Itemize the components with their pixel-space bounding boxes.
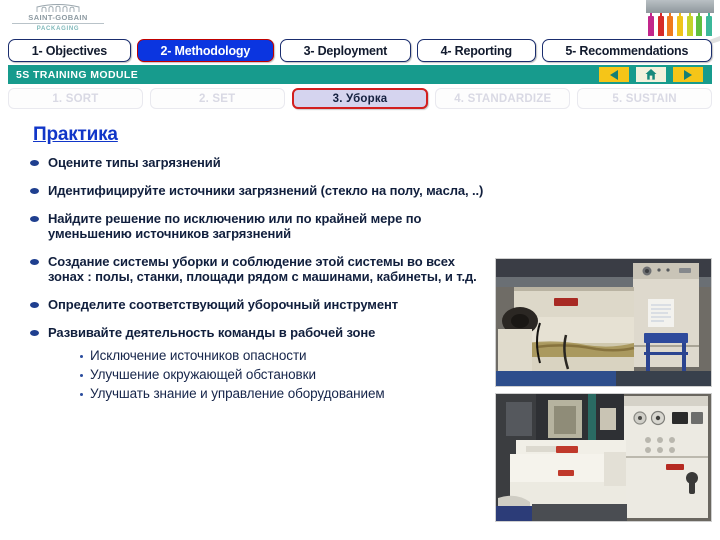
photo-dirty-machine: [495, 258, 712, 387]
bullet-text: Создание системы уборки и соблюдение это…: [48, 254, 486, 284]
sub-bullet-dot-icon: [80, 374, 83, 377]
bullet-text: Найдите решение по исключению или по кра…: [48, 211, 490, 241]
sub-bullet-dot-icon: [80, 393, 83, 396]
bottle-6: [696, 16, 702, 36]
tab-deployment[interactable]: 3- Deployment: [280, 39, 411, 62]
logo-division-name: PACKAGING: [12, 25, 104, 34]
next-slide-button[interactable]: [673, 67, 703, 82]
list-item: Идентифицируйте источники загрязнений (с…: [30, 183, 490, 198]
step-standardize[interactable]: 4. STANDARDIZE: [435, 88, 570, 109]
bullet-dot-icon: [30, 188, 39, 194]
saint-gobain-logo: SAINT-GOBAIN PACKAGING: [12, 2, 104, 32]
tab-label: 3- Deployment: [304, 44, 388, 58]
colored-bottles-photo: [646, 0, 714, 36]
bullet-text: Оцените типы загрязнений: [48, 155, 221, 170]
bottle-2: [658, 16, 664, 36]
module-bar: 5S TRAINING MODULE: [8, 65, 712, 84]
tab-label: 4- Reporting: [441, 44, 512, 58]
step-label: 2. SET: [199, 93, 235, 105]
list-item: Создание системы уборки и соблюдение это…: [30, 254, 490, 284]
step-label: 4. STANDARDIZE: [454, 93, 551, 105]
step-sustain[interactable]: 5. SUSTAIN: [577, 88, 712, 109]
step-set[interactable]: 2. SET: [150, 88, 285, 109]
step-sort[interactable]: 1. SORT: [8, 88, 143, 109]
tab-methodology[interactable]: 2- Methodology: [137, 39, 274, 62]
list-item: Развивайте деятельность команды в рабоче…: [30, 325, 490, 340]
module-title: 5S TRAINING MODULE: [16, 69, 138, 81]
sub-list-item: Улучшать знание и управление оборудовани…: [80, 385, 490, 403]
step-label: 1. SORT: [52, 93, 98, 105]
tab-reporting[interactable]: 4- Reporting: [417, 39, 536, 62]
previous-slide-button[interactable]: [599, 67, 629, 82]
bullet-text: Определите соответствующий уборочный инс…: [48, 297, 448, 312]
step-shine[interactable]: 3. Уборка: [292, 88, 429, 109]
sub-list-item: Улучшение окружающей обстановки: [80, 366, 490, 384]
bullet-dot-icon: [30, 330, 39, 336]
tab-recommendations[interactable]: 5- Recommendations: [542, 39, 712, 62]
bottle-1: [648, 16, 654, 36]
list-item: Найдите решение по исключению или по кра…: [30, 211, 490, 241]
bottle-3: [667, 16, 673, 36]
page-title: Практика: [33, 124, 118, 146]
home-icon: [645, 69, 657, 80]
bottle-5: [687, 16, 693, 36]
tab-objectives[interactable]: 1- Objectives: [8, 39, 131, 62]
list-item: Оцените типы загрязнений: [30, 155, 490, 170]
bottles-row: [648, 13, 712, 36]
main-tab-bar: 1- Objectives 2- Methodology 3- Deployme…: [8, 39, 712, 62]
sub-bullet-text: Улучшение окружающей обстановки: [90, 366, 316, 384]
bullet-dot-icon: [30, 302, 39, 308]
bullet-dot-icon: [30, 216, 39, 222]
list-item: Определите соответствующий уборочный инс…: [30, 297, 490, 312]
bullet-dot-icon: [30, 160, 39, 166]
sub-bullet-text: Исключение источников опасности: [90, 347, 306, 365]
bullet-dot-icon: [30, 259, 39, 265]
five-s-step-bar: 1. SORT 2. SET 3. Уборка 4. STANDARDIZE …: [8, 88, 712, 109]
step-label: 5. SUSTAIN: [612, 93, 676, 105]
bottle-7: [706, 16, 712, 36]
triangle-right-icon: [684, 70, 692, 80]
sub-bullet-text: Улучшать знание и управление оборудовани…: [90, 385, 385, 403]
bullet-list: Оцените типы загрязнений Идентифицируйте…: [30, 155, 490, 404]
bottle-4: [677, 16, 683, 36]
home-button[interactable]: [636, 67, 666, 82]
tab-label: 1- Objectives: [32, 44, 107, 58]
bullet-text: Развивайте деятельность команды в рабоче…: [48, 325, 468, 340]
bottles-shelf: [646, 0, 714, 13]
triangle-left-icon: [610, 70, 618, 80]
photo-clean-machine: [495, 393, 712, 522]
sub-bullet-list: Исключение источников опасности Улучшени…: [80, 347, 490, 403]
logo-company-name: SAINT-GOBAIN: [12, 13, 104, 24]
step-label: 3. Уборка: [333, 93, 388, 105]
navigation-buttons: [599, 67, 703, 82]
tab-label: 5- Recommendations: [565, 44, 688, 58]
sub-list-item: Исключение источников опасности: [80, 347, 490, 365]
tab-label: 2- Methodology: [161, 44, 251, 58]
sub-bullet-dot-icon: [80, 355, 83, 358]
bullet-text: Идентифицируйте источники загрязнений (с…: [48, 183, 490, 198]
bridge-aqueduct-icon: [35, 3, 81, 13]
